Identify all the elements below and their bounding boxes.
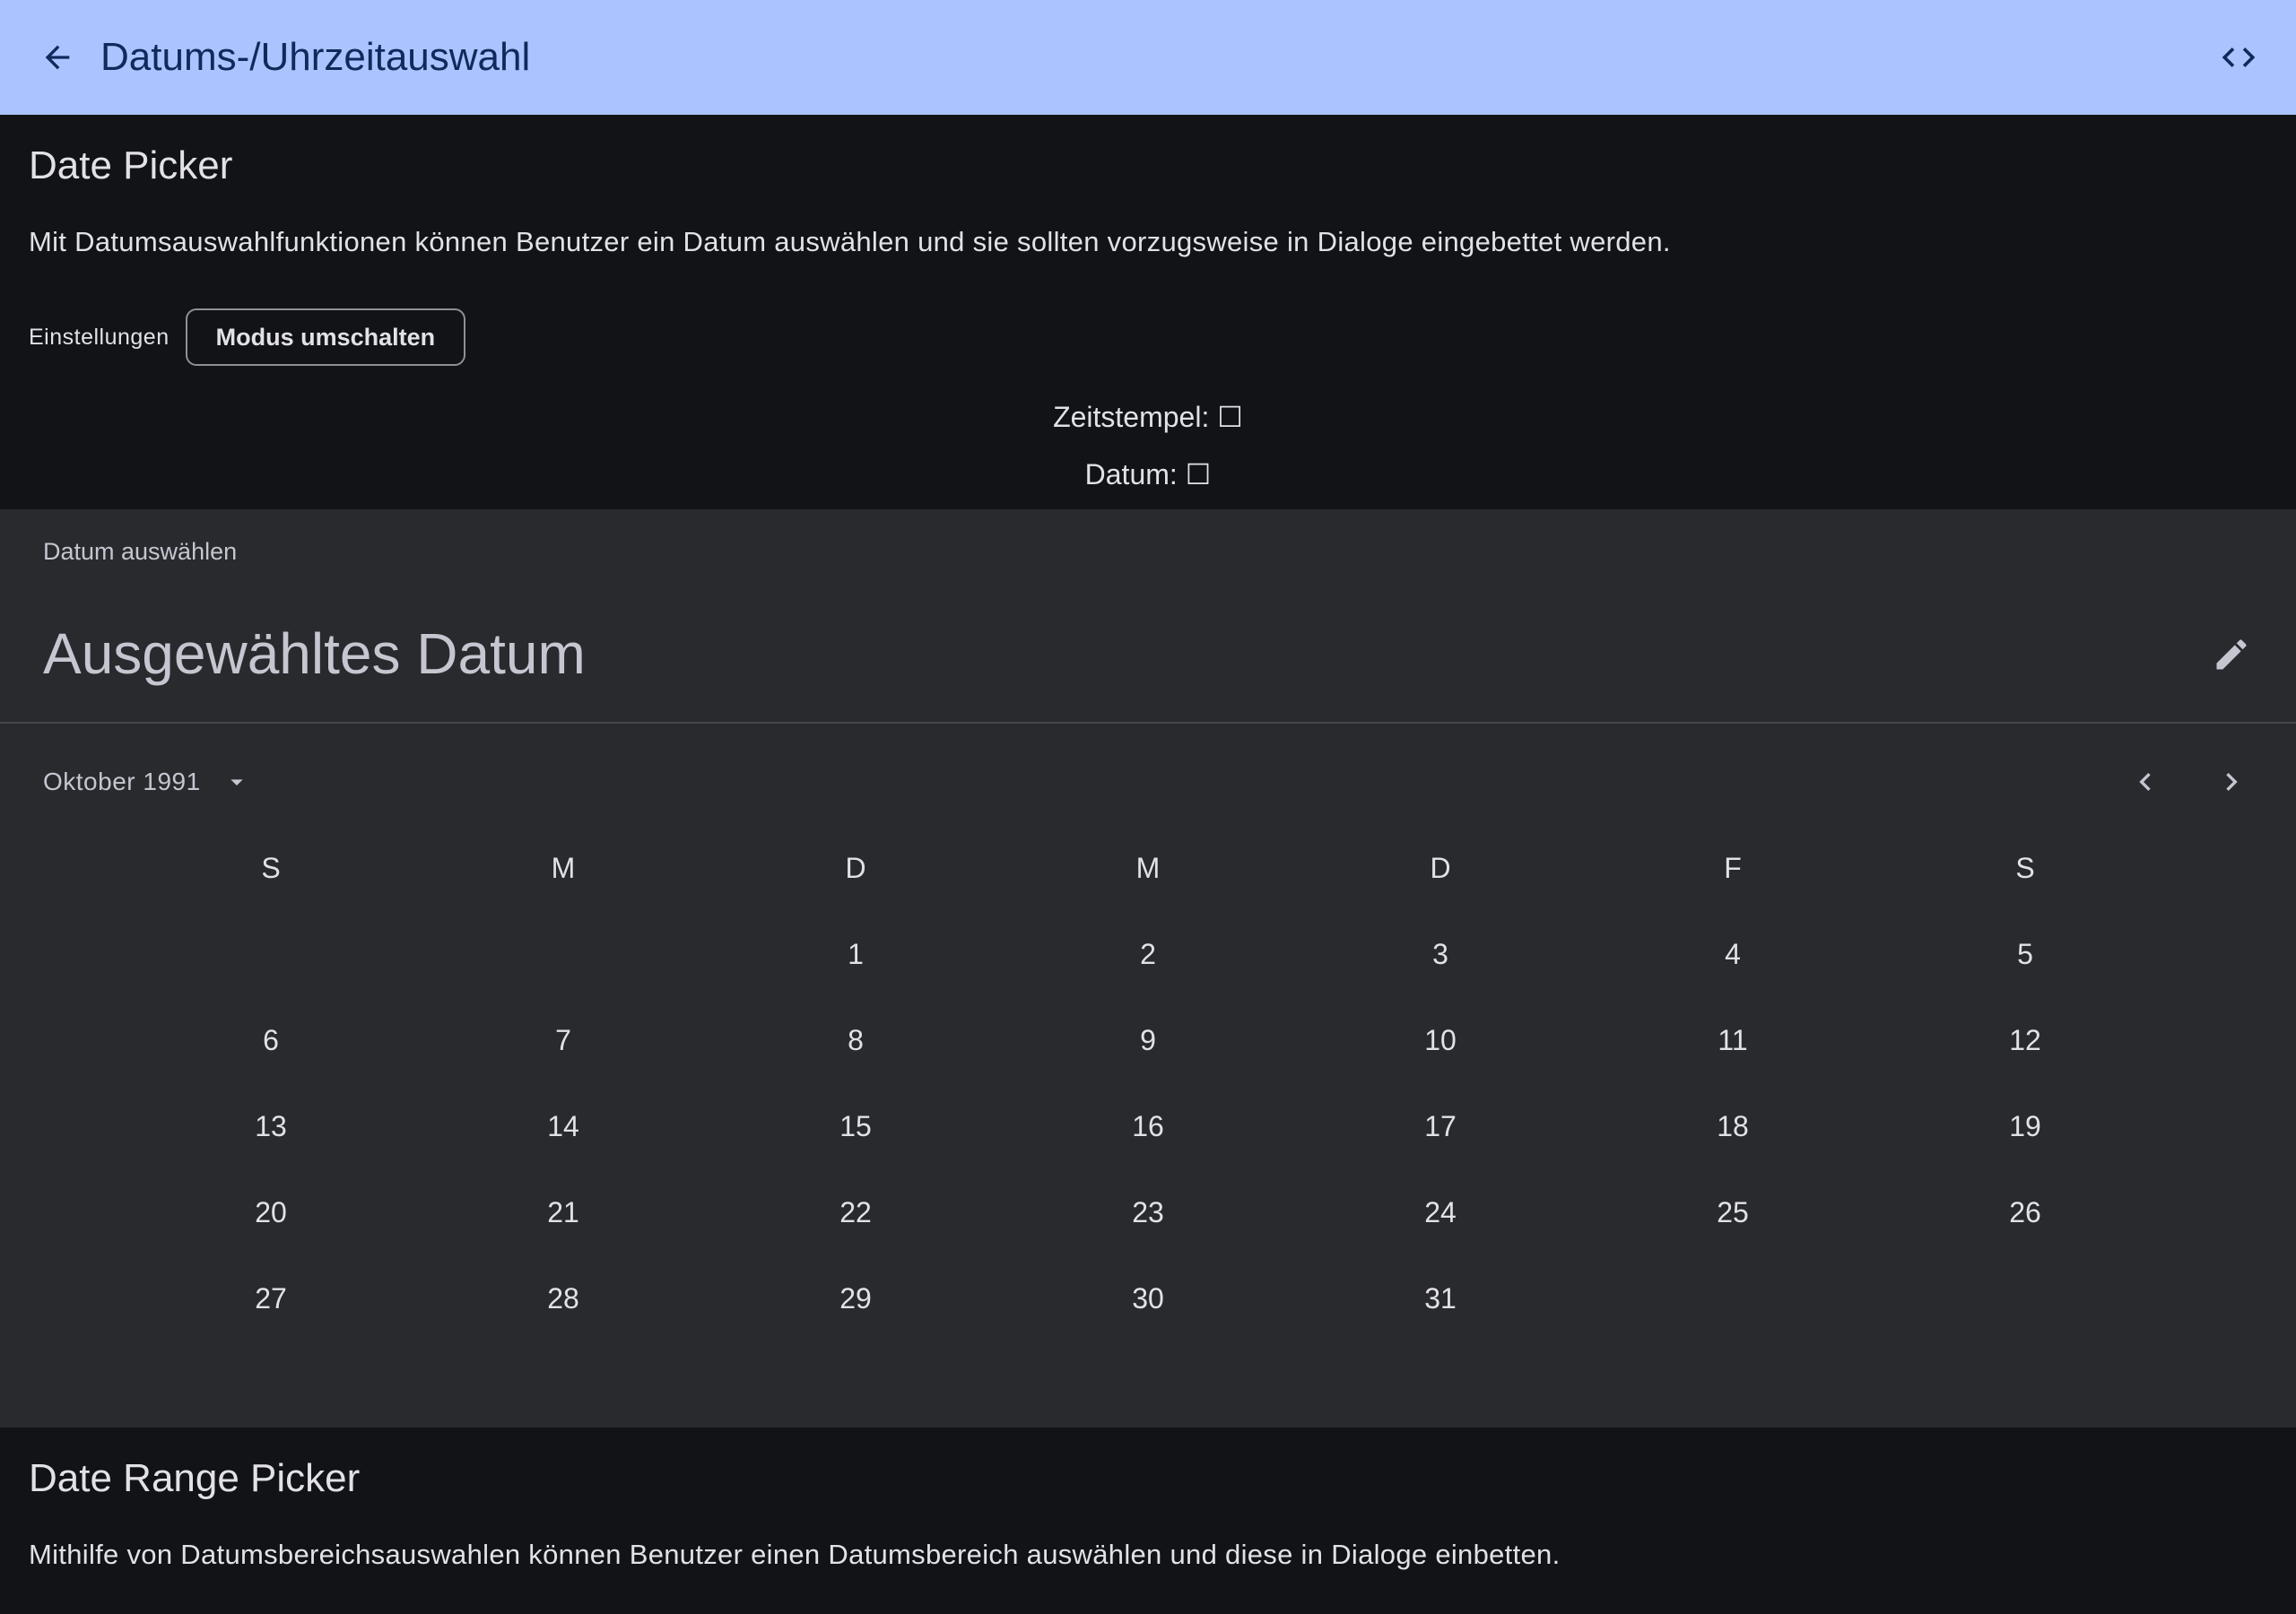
date-readout: Datum: ☐ <box>1084 458 1212 490</box>
calendar-day[interactable]: 18 <box>1690 1083 1776 1169</box>
view-code-button[interactable] <box>2203 22 2274 93</box>
calendar-day[interactable]: 1 <box>813 911 899 997</box>
back-button[interactable] <box>22 22 93 93</box>
weekday-header: M <box>1135 851 1161 884</box>
calendar-day[interactable]: 21 <box>520 1169 606 1255</box>
calendar-day[interactable]: 3 <box>1397 911 1483 997</box>
calendar-day[interactable]: 5 <box>1982 911 2068 997</box>
calendar-day[interactable]: 19 <box>1982 1083 2068 1169</box>
calendar-day[interactable]: 31 <box>1397 1255 1483 1341</box>
code-icon <box>2222 48 2256 67</box>
arrow-back-icon <box>45 45 70 70</box>
calendar-grid: S M D M D F S 1 2 3 4 5 6 7 8 9 10 11 12 13 14 15 16 17 18 19 20 21… <box>0 509 2296 1427</box>
calendar-day[interactable]: 26 <box>1982 1169 2068 1255</box>
top-app-bar: Datums-/Uhrzeitauswahl <box>0 0 2296 115</box>
calendar-day[interactable]: 13 <box>228 1083 314 1169</box>
calendar-day[interactable]: 7 <box>520 997 606 1083</box>
calendar-day[interactable]: 14 <box>520 1083 606 1169</box>
calendar-day[interactable]: 20 <box>228 1169 314 1255</box>
settings-row: Einstellungen Modus umschalten <box>29 308 466 366</box>
weekday-header: F <box>1724 851 1742 884</box>
calendar-day[interactable]: 6 <box>228 997 314 1083</box>
date-picker-section-title: Date Picker <box>29 143 233 187</box>
calendar-day[interactable]: 22 <box>813 1169 899 1255</box>
calendar-day[interactable]: 25 <box>1690 1169 1776 1255</box>
calendar-day[interactable]: 12 <box>1982 997 2068 1083</box>
calendar-day[interactable]: 8 <box>813 997 899 1083</box>
calendar-day[interactable]: 29 <box>813 1255 899 1341</box>
date-range-section-title: Date Range Picker <box>29 1456 361 1500</box>
page-title: Datums-/Uhrzeitauswahl <box>100 35 531 79</box>
calendar-day[interactable]: 24 <box>1397 1169 1483 1255</box>
calendar-day[interactable]: 28 <box>520 1255 606 1341</box>
calendar-day[interactable]: 23 <box>1105 1169 1191 1255</box>
weekday-header: S <box>2015 851 2035 884</box>
calendar-day[interactable]: 17 <box>1397 1083 1483 1169</box>
calendar-day[interactable]: 11 <box>1690 997 1776 1083</box>
calendar-day[interactable]: 27 <box>228 1255 314 1341</box>
toggle-mode-button[interactable]: Modus umschalten <box>185 308 466 366</box>
calendar-day[interactable]: 9 <box>1105 997 1191 1083</box>
timestamp-readout: Zeitstempel: ☐ <box>1053 401 1243 433</box>
weekday-header: S <box>261 851 281 884</box>
calendar-day[interactable]: 15 <box>813 1083 899 1169</box>
date-picker-section-description: Mit Datumsauswahlfunktionen können Benut… <box>29 226 1671 257</box>
calendar-day[interactable]: 10 <box>1397 997 1483 1083</box>
calendar-day[interactable]: 4 <box>1690 911 1776 997</box>
weekday-header: M <box>551 851 576 884</box>
calendar-day[interactable]: 16 <box>1105 1083 1191 1169</box>
date-picker: Datum auswählen Ausgewähltes Datum Oktob… <box>0 509 2296 1427</box>
calendar-day[interactable]: 2 <box>1105 911 1191 997</box>
settings-label: Einstellungen <box>29 324 170 350</box>
weekday-header: D <box>845 851 866 884</box>
weekday-header: D <box>1430 851 1451 884</box>
calendar-day[interactable]: 30 <box>1105 1255 1191 1341</box>
date-range-section-description: Mithilfe von Datumsbereichsauswahlen kön… <box>29 1539 1561 1570</box>
